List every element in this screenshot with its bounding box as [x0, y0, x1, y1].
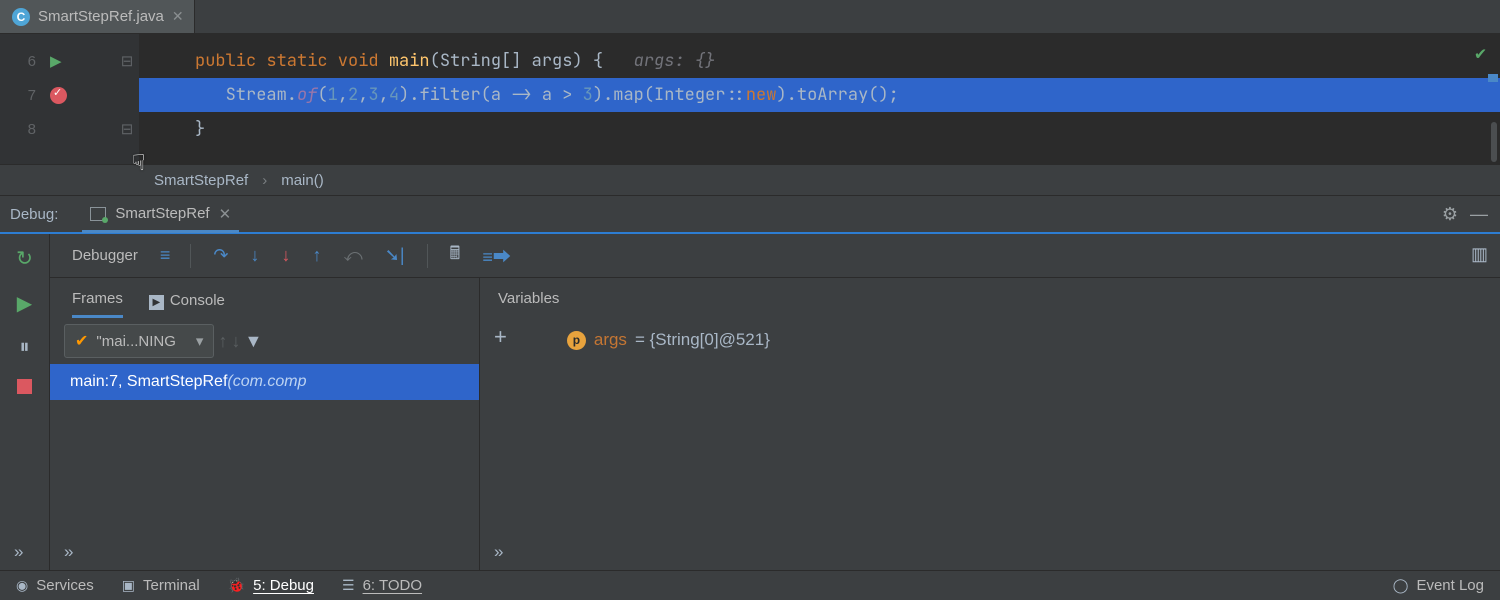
layout-settings-icon[interactable]: ▥	[1471, 244, 1488, 265]
trace-icon[interactable]: ≡⮕	[482, 243, 511, 269]
variable-row[interactable]: p args = {String[0]@521}	[527, 324, 770, 350]
status-debug[interactable]: 🐞5: Debug	[228, 577, 314, 594]
fold-toggle[interactable]: ⊟	[115, 44, 139, 78]
code-text: (String[] args) {	[430, 50, 603, 72]
code-text: }	[195, 118, 205, 140]
debug-tool-window-header: Debug: SmartStepRef ✕ ⚙ —	[0, 196, 1500, 234]
more-icon[interactable]: »	[494, 542, 505, 562]
scrollbar-thumb[interactable]	[1491, 122, 1497, 162]
debugger-toolbar: Debugger ≡ ↷ ↓ ↓ ↑ ⤺ ➘| 🖩 ≡⮕ ▥	[50, 234, 1500, 278]
method-name: main	[389, 50, 430, 72]
status-services[interactable]: ◉Services	[16, 577, 94, 594]
list-icon: ☰	[342, 577, 355, 594]
console-icon: ▶	[149, 295, 164, 310]
code-text: Stream.	[226, 84, 297, 106]
evaluate-icon[interactable]: 🖩	[450, 241, 461, 271]
play-circle-icon: ◉	[16, 577, 28, 594]
class-icon: C	[12, 8, 30, 26]
variable-name: args	[594, 330, 627, 350]
gutter: 6 ▶ 7 8	[0, 34, 115, 164]
crumb-class[interactable]: SmartStepRef	[154, 172, 248, 189]
variable-value: = {String[0]@521}	[635, 330, 770, 350]
breadcrumb: SmartStepRef › main()	[0, 164, 1500, 196]
crumb-method[interactable]: main()	[281, 172, 324, 189]
param-badge-icon: p	[567, 331, 586, 350]
inspection-ok-icon[interactable]: ✔	[1475, 42, 1486, 65]
stop-icon[interactable]	[17, 379, 32, 394]
stack-frame[interactable]: main:7, SmartStepRef (com.comp	[50, 364, 479, 400]
force-step-into-icon[interactable]: ↓	[282, 245, 291, 266]
code-editor[interactable]: 6 ▶ 7 8 ⊟ ⊟ public static void main(Stri…	[0, 34, 1500, 164]
drop-frame-icon[interactable]: ⤺	[344, 245, 363, 266]
thread-label: "mai...NING	[96, 333, 176, 350]
line-number: 6	[22, 53, 36, 70]
chevron-down-icon[interactable]: ▾	[184, 332, 204, 350]
line-number: 7	[22, 87, 36, 104]
prev-frame-icon[interactable]: ↑	[218, 331, 227, 352]
debug-label: Debug:	[10, 206, 70, 223]
step-over-icon[interactable]: ↷	[213, 245, 228, 266]
line-number: 8	[22, 121, 36, 138]
step-out-icon[interactable]: ↑	[313, 245, 322, 266]
more-icon[interactable]: »	[14, 542, 25, 562]
keyword: public static void	[195, 50, 379, 72]
tab-frames[interactable]: Frames	[72, 290, 123, 318]
status-terminal[interactable]: ▣Terminal	[122, 577, 200, 594]
debug-left-rail: ↻ ▶ ⏸ »	[0, 234, 50, 570]
editor-tabs-bar: C SmartStepRef.java ✕	[0, 0, 1500, 34]
terminal-icon: ▣	[122, 577, 135, 594]
next-frame-icon[interactable]: ↓	[231, 331, 240, 352]
frame-package: (com.comp	[227, 373, 306, 391]
threads-icon[interactable]: ≡	[160, 245, 169, 266]
application-icon	[90, 207, 106, 221]
debug-body: ↻ ▶ ⏸ » Debugger ≡ ↷ ↓ ↓ ↑ ⤺ ➘| 🖩 ≡⮕ ▥ F…	[0, 234, 1500, 570]
file-tab-label: SmartStepRef.java	[38, 8, 164, 25]
step-into-icon[interactable]: ↓	[251, 245, 260, 266]
code-area[interactable]: public static void main(String[] args) {…	[139, 34, 1500, 164]
inline-hint: args: {}	[634, 50, 716, 72]
variables-header: Variables	[480, 278, 1500, 318]
bug-icon: 🐞	[228, 577, 245, 594]
frame-text: main:7, SmartStepRef	[70, 373, 227, 391]
rerun-icon[interactable]: ↻	[16, 246, 33, 271]
fold-toggle[interactable]: ⊟	[115, 112, 139, 146]
execution-line[interactable]: Stream.of(1,2,3,4).filter(a -> a > 3).ma…	[139, 78, 1500, 112]
resume-icon[interactable]: ▶	[17, 291, 32, 316]
minimize-icon[interactable]: —	[1470, 204, 1500, 225]
execution-marker-icon	[1488, 74, 1498, 82]
run-config-label: SmartStepRef	[115, 205, 209, 222]
status-event-log[interactable]: ◯Event Log	[1393, 577, 1484, 594]
run-gutter-icon[interactable]: ▶	[50, 52, 62, 70]
thread-selector[interactable]: ✔ "mai...NING ▾	[64, 324, 214, 358]
breakpoint-icon[interactable]	[50, 87, 67, 104]
more-icon[interactable]: »	[64, 542, 75, 562]
code-text: of	[297, 84, 317, 106]
gear-icon[interactable]: ⚙	[1442, 204, 1458, 225]
debug-main: Debugger ≡ ↷ ↓ ↓ ↑ ⤺ ➘| 🖩 ≡⮕ ▥ Frames ▶C…	[50, 234, 1500, 570]
run-to-cursor-icon[interactable]: ➘|	[385, 245, 405, 266]
checkmark-icon: ✔	[75, 331, 88, 351]
file-tab-smartstepref[interactable]: C SmartStepRef.java ✕	[0, 0, 195, 33]
variables-panel: Variables + p args = {String[0]@521} »	[480, 278, 1500, 570]
add-watch-icon[interactable]: +	[494, 324, 507, 350]
run-config-tab[interactable]: SmartStepRef ✕	[82, 197, 239, 233]
close-icon[interactable]: ✕	[172, 8, 184, 25]
tab-debugger[interactable]: Debugger	[72, 247, 138, 264]
pause-icon[interactable]: ⏸	[20, 336, 30, 359]
close-icon[interactable]: ✕	[219, 205, 232, 223]
balloon-icon: ◯	[1393, 577, 1409, 594]
frames-panel: Frames ▶Console ✔ "mai...NING ▾ ↑ ↓ ▼ ma…	[50, 278, 480, 570]
filter-icon[interactable]: ▼	[244, 331, 262, 352]
status-bar: ◉Services ▣Terminal 🐞5: Debug ☰6: TODO ◯…	[0, 570, 1500, 600]
status-todo[interactable]: ☰6: TODO	[342, 577, 422, 594]
chevron-right-icon: ›	[262, 172, 267, 189]
fold-column: ⊟ ⊟	[115, 34, 139, 164]
tab-console[interactable]: ▶Console	[149, 292, 225, 318]
